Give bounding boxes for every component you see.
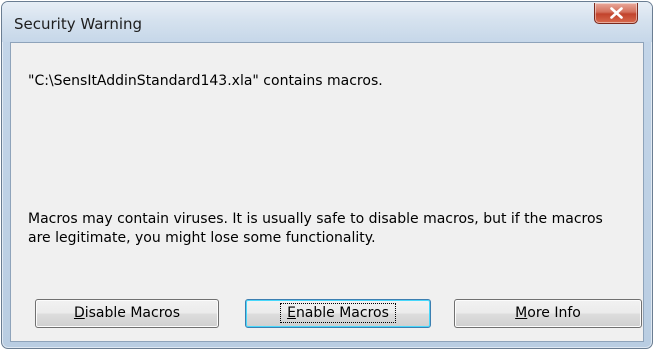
title-bar[interactable]: Security Warning <box>2 2 652 42</box>
security-warning-dialog: Security Warning "C:\SensItAddinStandard… <box>1 1 653 349</box>
dialog-title: Security Warning <box>14 15 143 33</box>
disable-macros-label: Disable Macros <box>68 304 186 322</box>
disable-label-rest: isable Macros <box>84 305 181 321</box>
enable-macros-label: Enable Macros <box>280 303 396 323</box>
disable-macros-button[interactable]: Disable Macros <box>35 299 219 328</box>
dialog-body: "C:\SensItAddinStandard143.xla" contains… <box>10 42 644 342</box>
file-macros-message: "C:\SensItAddinStandard143.xla" contains… <box>28 73 383 89</box>
enable-label-rest: nable Macros <box>295 305 389 321</box>
close-x-icon <box>610 7 623 19</box>
close-button[interactable] <box>594 3 638 24</box>
enable-macros-button[interactable]: Enable Macros <box>245 299 431 328</box>
disable-accelerator: D <box>73 305 85 321</box>
more-info-button[interactable]: More Info <box>454 299 642 328</box>
more-info-accelerator: M <box>515 305 528 321</box>
more-info-label: More Info <box>509 304 587 322</box>
enable-accelerator: E <box>287 305 296 321</box>
macro-warning-text: Macros may contain viruses. It is usuall… <box>28 211 603 246</box>
more-info-label-rest: ore Info <box>527 305 581 321</box>
